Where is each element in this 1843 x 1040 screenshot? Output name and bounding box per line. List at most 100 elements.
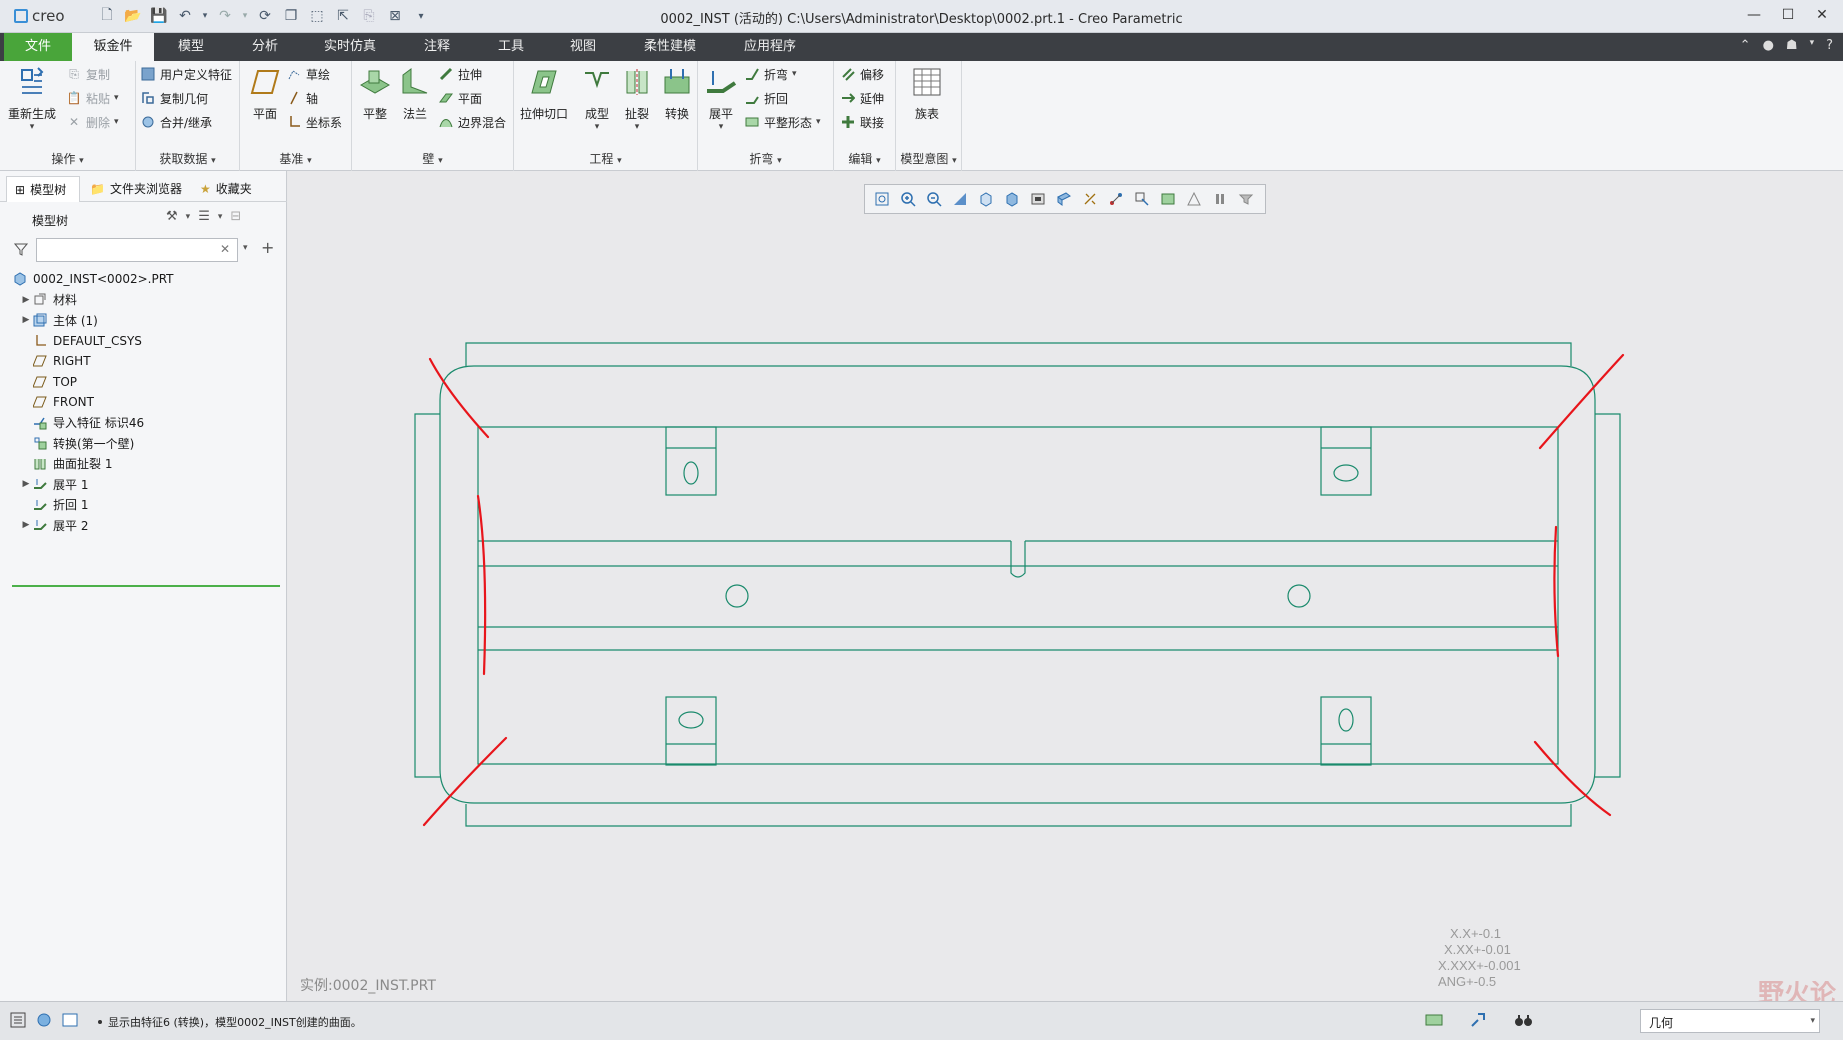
redo-icon[interactable]: ↷ [214,6,236,26]
close-window-icon[interactable]: ⊠ [384,6,406,26]
bend-dropdown-icon[interactable]: ▾ [792,69,797,79]
navigator-toggle-icon[interactable] [10,1012,26,1031]
extend-button[interactable]: 延伸 [840,87,884,109]
customize-qa-icon[interactable]: ▾ [410,6,432,26]
smart-select-icon[interactable] [1469,1011,1487,1032]
minimize-ribbon-icon[interactable]: ⌃ [1740,38,1751,53]
family-table-button[interactable]: 族表 [910,65,944,122]
tree-item-surface-rip[interactable]: 曲面扯裂 1 [20,454,112,474]
paste-button[interactable]: 📋 粘贴 ▾ [66,87,119,109]
settings-dropdown-icon[interactable]: ▾ [186,212,191,222]
windows-icon[interactable]: ❐ [280,6,302,26]
form-dropdown-icon[interactable]: ▾ [595,122,600,132]
regenerate-dropdown-icon[interactable]: ▾ [30,122,35,132]
tab-model[interactable]: 模型 [160,33,222,61]
tree-item-convert[interactable]: 转换(第一个壁) [20,433,134,453]
bend-button[interactable]: 折弯 ▾ [744,63,797,85]
tree-item-unbend-1[interactable]: ▶ 展平 1 [20,474,89,494]
save-icon[interactable]: 💾 [148,6,170,26]
tab-file[interactable]: 文件 [4,33,72,61]
minimize-icon[interactable]: — [1743,5,1765,25]
tree-item-right[interactable]: RIGHT [20,351,91,371]
merge-inherit-button[interactable]: 合并/继承 [140,111,212,133]
saved-orientations-icon[interactable] [1001,188,1023,210]
open-file-icon[interactable]: 📂 [122,6,144,26]
tab-view[interactable]: 视图 [552,33,614,61]
refit-icon[interactable] [871,188,893,210]
redo-dropdown-icon[interactable]: ▾ [240,6,250,26]
copy-geometry-button[interactable]: 复制几何 [140,87,208,109]
group-label-model-intent[interactable]: 模型意图 ▾ [896,150,961,167]
annotation-icon[interactable] [1183,188,1205,210]
show-dropdown-icon[interactable]: ▾ [218,212,223,222]
search-tree-icon[interactable]: ⊟ [230,209,241,224]
tree-filter-input[interactable] [36,238,238,262]
flat-wall-button[interactable]: 平整 [358,65,392,122]
rip-button[interactable]: 扯裂 ▾ [620,65,654,132]
inactive-icon[interactable]: ⎘ [358,6,380,26]
select-box-icon[interactable]: ⬚ [306,6,328,26]
udf-button[interactable]: 用户定义特征 [140,63,232,85]
learning-icon[interactable]: ☗ [1786,38,1798,53]
regenerate-button[interactable]: 重新生成 ▾ [8,65,56,132]
copy-button[interactable]: ⎘ 复制 [66,63,110,85]
zoom-in-icon[interactable] [897,188,919,210]
tab-applications[interactable]: 应用程序 [726,33,814,61]
axis-button[interactable]: 轴 [286,87,318,109]
fullscreen-icon[interactable] [62,1012,78,1031]
spin-center-icon[interactable] [1131,188,1153,210]
extrude-cut-button[interactable]: 拉伸切口 [520,65,568,122]
display-style-icon[interactable] [975,188,997,210]
clear-filter-icon[interactable]: ✕ [220,242,230,256]
insert-here-indicator[interactable] [12,585,280,587]
paste-dropdown-icon[interactable]: ▾ [114,93,119,103]
group-label-operations[interactable]: 操作 ▾ [0,150,135,167]
group-label-engineering[interactable]: 工程 ▾ [514,150,697,167]
add-filter-icon[interactable]: + [261,238,274,257]
browser-toggle-icon[interactable] [36,1012,52,1031]
new-file-icon[interactable]: 🗋 [96,6,118,26]
rip-dropdown-icon[interactable]: ▾ [635,122,640,132]
flange-button[interactable]: 法兰 [398,65,432,122]
tree-item-top[interactable]: TOP [20,372,77,392]
tab-tools[interactable]: 工具 [480,33,542,61]
csys-button[interactable]: 坐标系 [286,111,342,133]
group-label-editing[interactable]: 编辑 ▾ [834,150,895,167]
options-dropdown-icon[interactable]: ▾ [1810,38,1815,53]
undo-dropdown-icon[interactable]: ▾ [200,6,210,26]
undo-icon[interactable]: ↶ [174,6,196,26]
pause-icon[interactable] [1209,188,1231,210]
extrude-button[interactable]: 拉伸 [438,63,482,85]
tree-item-material[interactable]: ▶ 材料 [20,290,77,310]
unbend-button[interactable]: 展平 ▾ [704,65,738,132]
tree-item-import-feature[interactable]: 导入特征 标识46 [20,413,144,433]
tree-item-default-csys[interactable]: DEFAULT_CSYS [20,331,142,351]
maximize-icon[interactable]: ☐ [1777,5,1799,25]
expand-arrow-icon[interactable]: ▶ [20,295,32,305]
sketch-button[interactable]: 草绘 [286,63,330,85]
find-icon[interactable] [1513,1011,1535,1032]
graphics-window[interactable]: 实例:0002_INST.PRT X.X+-0.1 X.XX+-0.01 X.X… [288,171,1843,1001]
tab-flexible-modeling[interactable]: 柔性建模 [626,33,714,61]
zoom-out-icon[interactable] [923,188,945,210]
join-button[interactable]: 联接 [840,111,884,133]
tab-model-tree[interactable]: ⊞ 模型树 [6,176,80,202]
tree-item-front[interactable]: FRONT [20,392,94,412]
filter-view-icon[interactable] [1235,188,1257,210]
convert-button[interactable]: 转换 [660,65,694,122]
regen-status-icon[interactable] [1425,1011,1443,1032]
bend-back-button[interactable]: 折回 [744,87,788,109]
tab-folder-browser[interactable]: 📁 文件夹浏览器 [82,176,192,202]
pick-icon[interactable]: ⇱ [332,6,354,26]
tree-item-unbend-2[interactable]: ▶ 展平 2 [20,515,89,535]
selection-filter-dropdown[interactable]: 几何 ▾ [1640,1009,1820,1033]
user-icon[interactable]: ● [1763,38,1774,53]
tree-item-body[interactable]: ▶ 主体 (1) [20,310,98,330]
tree-item-bendback-1[interactable]: 折回 1 [20,495,88,515]
planar-button[interactable]: 平面 [438,87,482,109]
tab-favorites[interactable]: ★ 收藏夹 [192,176,272,202]
datum-display-icon[interactable] [1079,188,1101,210]
filter-dropdown-icon[interactable]: ▾ [243,243,248,253]
unbend-dropdown-icon[interactable]: ▾ [719,122,724,132]
perspective-icon[interactable] [1053,188,1075,210]
